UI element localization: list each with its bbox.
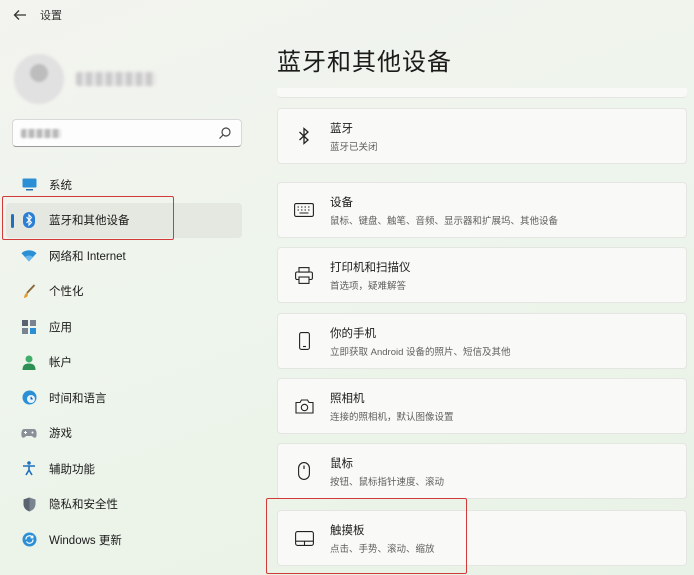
sidebar: ·· :·:·.·.. · 系统 蓝牙和其他设备 xyxy=(0,30,255,575)
card-subtitle: 立即获取 Android 设备的照片、短信及其他 xyxy=(330,346,511,358)
mouse-icon xyxy=(294,461,314,481)
sidebar-item-windows-update[interactable]: Windows 更新 xyxy=(6,522,242,558)
card-title: 打印机和扫描仪 xyxy=(330,261,411,274)
update-icon xyxy=(21,532,37,548)
card-camera[interactable]: 照相机 连接的照相机，默认图像设置 xyxy=(277,378,687,434)
sidebar-item-label: 个性化 xyxy=(49,286,84,299)
sidebar-item-label: 网络和 Internet xyxy=(49,250,126,263)
accessibility-icon xyxy=(21,461,37,477)
user-avatar-icon[interactable] xyxy=(14,54,64,104)
card-title: 设备 xyxy=(330,196,353,209)
wifi-icon xyxy=(21,248,37,264)
highlight-box-bluetooth xyxy=(2,196,174,240)
card-subtitle: 首选项，疑难解答 xyxy=(330,280,407,292)
sidebar-item-label: 游戏 xyxy=(49,428,72,441)
camera-icon xyxy=(294,396,314,416)
card-devices[interactable]: 设备 鼠标、键盘、触笔、音频、显示器和扩展坞、其他设备 xyxy=(277,182,687,238)
card-title: 蓝牙 xyxy=(330,122,353,135)
back-button[interactable] xyxy=(6,3,34,27)
sidebar-item-time-language[interactable]: 时间和语言 xyxy=(6,380,242,416)
page-title: 蓝牙和其他设备 xyxy=(277,48,452,76)
card-divider xyxy=(277,88,687,98)
card-subtitle: 连接的照相机，默认图像设置 xyxy=(330,411,454,423)
account-icon xyxy=(21,354,37,370)
phone-icon xyxy=(294,331,314,351)
printer-icon xyxy=(294,265,314,285)
card-subtitle: 按钮、鼠标指针速度、滚动 xyxy=(330,476,445,488)
main-content: 蓝牙和其他设备 蓝牙 蓝牙已关闭 设备 鼠标、键盘、触笔、音频、显示器和扩展坞、… xyxy=(265,30,694,575)
sidebar-item-label: 帐户 xyxy=(49,357,72,370)
sidebar-item-label: 系统 xyxy=(49,179,72,192)
sidebar-item-label: 辅助功能 xyxy=(49,463,95,476)
sidebar-item-label: Windows 更新 xyxy=(49,534,122,547)
search-input[interactable] xyxy=(21,128,61,138)
card-bluetooth[interactable]: 蓝牙 蓝牙已关闭 xyxy=(277,108,687,164)
sidebar-item-label: 时间和语言 xyxy=(49,392,107,405)
card-printers[interactable]: 打印机和扫描仪 首选项，疑难解答 xyxy=(277,247,687,303)
sidebar-item-gaming[interactable]: 游戏 xyxy=(6,416,242,452)
profile-name: ·· :·:·.·.. · xyxy=(76,72,156,86)
sidebar-item-label: 应用 xyxy=(49,321,72,334)
globe-clock-icon xyxy=(21,390,37,406)
card-mouse[interactable]: 鼠标 按钮、鼠标指针速度、滚动 xyxy=(277,443,687,499)
shield-icon xyxy=(21,496,37,512)
title-bar: 设置 xyxy=(0,0,694,30)
sidebar-item-apps[interactable]: 应用 xyxy=(6,309,242,345)
sidebar-item-accounts[interactable]: 帐户 xyxy=(6,345,242,381)
sidebar-item-accessibility[interactable]: 辅助功能 xyxy=(6,451,242,487)
card-title: 鼠标 xyxy=(330,457,353,470)
user-profile[interactable]: ·· :·:·.·.. · xyxy=(14,44,156,114)
highlight-box-touchpad xyxy=(266,498,467,574)
search-icon[interactable] xyxy=(218,126,232,140)
search-box[interactable] xyxy=(12,119,242,147)
sidebar-item-label: 隐私和安全性 xyxy=(49,499,118,512)
card-title: 你的手机 xyxy=(330,327,376,340)
bluetooth-icon xyxy=(294,126,314,146)
sidebar-item-personalization[interactable]: 个性化 xyxy=(6,274,242,310)
keyboard-icon xyxy=(294,200,314,220)
display-icon xyxy=(21,177,37,193)
card-subtitle: 鼠标、键盘、触笔、音频、显示器和扩展坞、其他设备 xyxy=(330,215,559,227)
app-title: 设置 xyxy=(40,10,62,22)
sidebar-item-privacy[interactable]: 隐私和安全性 xyxy=(6,487,242,523)
gamepad-icon xyxy=(21,425,37,441)
brush-icon xyxy=(21,283,37,299)
back-arrow-icon xyxy=(13,10,26,20)
card-subtitle: 蓝牙已关闭 xyxy=(330,141,378,153)
sidebar-item-network[interactable]: 网络和 Internet xyxy=(6,238,242,274)
card-your-phone[interactable]: 你的手机 立即获取 Android 设备的照片、短信及其他 xyxy=(277,313,687,369)
apps-icon xyxy=(21,319,37,335)
card-title: 照相机 xyxy=(330,392,365,405)
settings-window: 设置 ·· :·:·.·.. · 系统 xyxy=(0,0,694,575)
